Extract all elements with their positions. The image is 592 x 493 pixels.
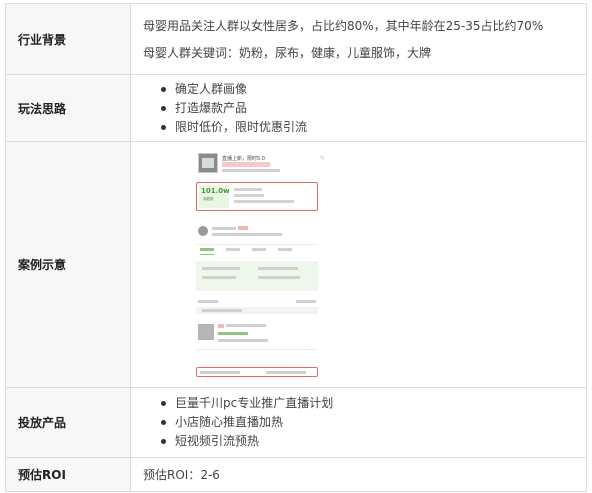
industry-line-2: 母婴人群关键词：奶粉，尿布，健康，儿童服饰，大牌 <box>143 45 432 60</box>
list-item: 确定人群画像 <box>161 80 586 99</box>
roi-value: 预估ROI：2-6 <box>130 457 587 492</box>
approach-list: 确定人群画像 打造爆款产品 限时低价，限时优惠引流 <box>143 80 586 137</box>
tab-active <box>200 247 214 251</box>
product-badge <box>218 323 224 328</box>
account-badge <box>238 225 248 230</box>
divider <box>196 243 318 245</box>
stat-line <box>234 187 262 191</box>
product-thumbnail <box>198 152 218 173</box>
tab <box>252 247 266 251</box>
metric-line <box>258 266 298 270</box>
row-label-industry: 行业背景 <box>5 3 131 75</box>
live-tag <box>222 161 270 167</box>
campaign-table: 行业背景 母婴用品关注人群以女性居多，占比约80%，其中年龄在25-35占比约7… <box>5 3 587 492</box>
tab <box>226 247 240 251</box>
list-item: 限时低价，限时优惠引流 <box>161 118 586 137</box>
row-label-approach: 玩法思路 <box>5 74 131 142</box>
row-approach: 玩法思路 确定人群画像 打造爆款产品 限时低价，限时优惠引流 <box>5 74 587 142</box>
row-roi: 预估ROI 预估ROI：2-6 <box>5 457 587 492</box>
row-industry: 行业背景 母婴用品关注人群以女性居多，占比约80%，其中年龄在25-35占比约7… <box>5 3 587 75</box>
search-placeholder <box>202 308 242 312</box>
sales-metric <box>266 370 306 374</box>
section-title <box>198 299 218 303</box>
industry-line-1: 母婴用品关注人群以女性居多，占比约80%，其中年龄在25-35占比约70% <box>143 18 544 33</box>
approach-content: 确定人群画像 打造爆款产品 限时低价，限时优惠引流 <box>130 74 587 142</box>
case-content: 直播上新，限时5.0 ✎ 101.0w 观看数 <box>130 141 587 388</box>
live-title: 直播上新，限时5.0 <box>222 155 265 162</box>
edit-icon: ✎ <box>319 154 325 162</box>
case-screenshot-image: 直播上新，限时5.0 ✎ 101.0w 观看数 <box>196 148 327 381</box>
divider <box>196 348 318 350</box>
stats-highlight-box: 101.0w 观看数 <box>196 181 318 211</box>
list-item: 短视频引流预热 <box>161 432 586 451</box>
list-item: 打造爆款产品 <box>161 99 586 118</box>
product-title <box>226 323 266 327</box>
list-item: 小店随心推直播加热 <box>161 413 586 432</box>
live-date <box>222 168 280 172</box>
big-stat-value: 101.0w <box>201 186 230 195</box>
account-meta <box>212 232 282 236</box>
stat-line <box>234 193 264 197</box>
row-case: 案例示意 直播上新，限时5.0 ✎ 101.0w 观看数 <box>5 141 587 388</box>
product-content: 巨量千川pc专业推广直播计划 小店随心推直播加热 短视频引流预热 <box>130 387 587 458</box>
product-image <box>198 323 214 340</box>
row-label-product: 投放产品 <box>5 387 131 458</box>
tab-underline <box>200 253 214 255</box>
tab <box>278 247 292 251</box>
list-item: 巨量千川pc专业推广直播计划 <box>161 394 586 413</box>
metric-line <box>202 266 240 270</box>
account-name <box>212 226 236 230</box>
sales-metric <box>200 370 240 374</box>
big-stat-caption: 观看数 <box>203 196 214 201</box>
product-list: 巨量千川pc专业推广直播计划 小店随心推直播加热 短视频引流预热 <box>143 394 586 451</box>
product-meta <box>218 338 268 342</box>
row-label-roi: 预估ROI <box>5 457 131 492</box>
metric-line <box>202 275 236 279</box>
industry-content: 母婴用品关注人群以女性居多，占比约80%，其中年龄在25-35占比约70% 母婴… <box>130 3 587 75</box>
product-price <box>218 331 248 335</box>
row-label-case: 案例示意 <box>5 141 131 388</box>
section-action <box>296 299 316 303</box>
row-product: 投放产品 巨量千川pc专业推广直播计划 小店随心推直播加热 短视频引流预热 <box>5 387 587 458</box>
account-avatar <box>198 225 208 236</box>
metric-line <box>258 275 300 279</box>
stat-line <box>234 199 294 203</box>
